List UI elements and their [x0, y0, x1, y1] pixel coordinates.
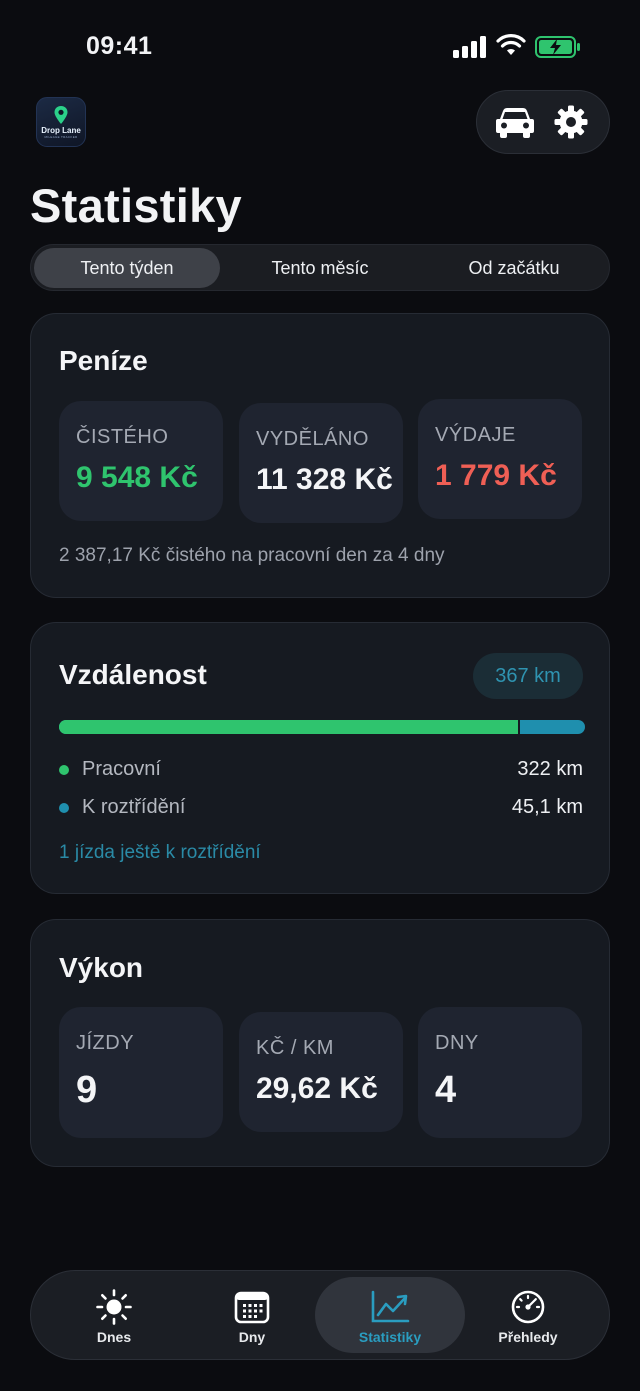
- cellular-signal-icon: [453, 36, 486, 58]
- tab-days-label: Dny: [238, 1329, 266, 1345]
- status-time: 09:41: [86, 32, 153, 60]
- unsorted-dot-icon: [59, 803, 69, 813]
- work-value: 322 km: [517, 758, 583, 780]
- tab-overviews-label: Přehledy: [498, 1329, 558, 1345]
- trips-tile: JÍZDY 9: [59, 1007, 223, 1138]
- net-label: ČISTÉHO: [76, 426, 169, 448]
- work-label: Pracovní: [82, 758, 161, 780]
- performance-card: Výkon JÍZDY 9 KČ / KM 29,62 Kč DNY 4: [30, 919, 610, 1167]
- net-tile: ČISTÉHO 9 548 Kč: [59, 401, 223, 521]
- work-distance-fill: [59, 720, 521, 734]
- legend-row-work: Pracovní 322 km: [59, 756, 583, 782]
- tab-today-label: Dnes: [96, 1329, 132, 1345]
- period-segmented-control: Tento týden Tento měsíc Od začátku: [30, 244, 610, 291]
- days-tile: DNY 4: [418, 1007, 582, 1138]
- tab-days[interactable]: Dny: [177, 1277, 327, 1353]
- performance-card-title: Výkon: [59, 952, 144, 983]
- net-per-day-note: 2 387,17 Kč čistého na pracovní den za 4…: [59, 545, 445, 566]
- tab-statistics-label: Statistiky: [358, 1329, 422, 1345]
- distance-split-bar: [59, 720, 585, 734]
- tab-overviews[interactable]: Přehledy: [453, 1277, 603, 1353]
- car-icon: [496, 108, 534, 138]
- trips-label: JÍZDY: [76, 1032, 135, 1054]
- segment-since-start[interactable]: Od začátku: [421, 248, 607, 288]
- gear-icon: [554, 105, 588, 139]
- app-logo: Drop Lane MILEAGE TRACKER: [36, 97, 86, 147]
- earned-label: VYDĚLÁNO: [256, 428, 369, 450]
- unsorted-label: K roztřídění: [82, 796, 186, 818]
- chart-icon: [370, 1289, 410, 1325]
- bottom-tab-bar: Dnes Dny Statistiky Přehledy: [30, 1270, 610, 1360]
- status-bar: 09:41: [0, 0, 640, 90]
- page-title: Statistiky: [30, 179, 242, 232]
- battery-charging-icon: [535, 36, 580, 58]
- expenses-value: 1 779 Kč: [435, 459, 557, 492]
- distance-card-title: Vzdálenost: [59, 659, 207, 690]
- tab-today[interactable]: Dnes: [39, 1277, 189, 1353]
- logo-text: Drop Lane: [41, 126, 81, 135]
- legend-row-unsorted: K roztřídění 45,1 km: [59, 794, 583, 820]
- trips-value: 9: [76, 1069, 98, 1111]
- segment-this-month[interactable]: Tento měsíc: [227, 248, 413, 288]
- tab-statistics[interactable]: Statistiky: [315, 1277, 465, 1353]
- gauge-icon: [508, 1289, 548, 1325]
- logo-subtext: MILEAGE TRACKER: [44, 135, 78, 139]
- header-actions: [476, 90, 610, 154]
- earned-tile: VYDĚLÁNO 11 328 Kč: [239, 403, 403, 523]
- work-dot-icon: [59, 765, 69, 775]
- distance-card: Vzdálenost 367 km Pracovní 322 km K rozt…: [30, 622, 610, 894]
- money-card: Peníze ČISTÉHO 9 548 Kč VYDĚLÁNO 11 328 …: [30, 313, 610, 598]
- calendar-icon: [232, 1289, 272, 1325]
- per-km-label: KČ / KM: [256, 1037, 334, 1059]
- total-distance-badge: 367 km: [473, 653, 583, 699]
- location-pin-icon: [54, 106, 68, 124]
- sun-icon: [94, 1289, 134, 1325]
- wifi-icon: [496, 34, 526, 55]
- per-km-value: 29,62 Kč: [256, 1072, 378, 1105]
- segment-this-week[interactable]: Tento týden: [34, 248, 220, 288]
- net-value: 9 548 Kč: [76, 461, 198, 494]
- days-label: DNY: [435, 1032, 479, 1054]
- vehicle-button[interactable]: [492, 99, 538, 145]
- days-value: 4: [435, 1069, 457, 1111]
- unsorted-trips-link[interactable]: 1 jízda ještě k roztřídění: [59, 842, 261, 864]
- per-km-tile: KČ / KM 29,62 Kč: [239, 1012, 403, 1132]
- unsorted-value: 45,1 km: [511, 796, 583, 818]
- settings-button[interactable]: [548, 99, 594, 145]
- expenses-label: VÝDAJE: [435, 424, 516, 446]
- money-card-title: Peníze: [59, 345, 148, 376]
- earned-value: 11 328 Kč: [256, 463, 393, 496]
- expenses-tile: VÝDAJE 1 779 Kč: [418, 399, 582, 519]
